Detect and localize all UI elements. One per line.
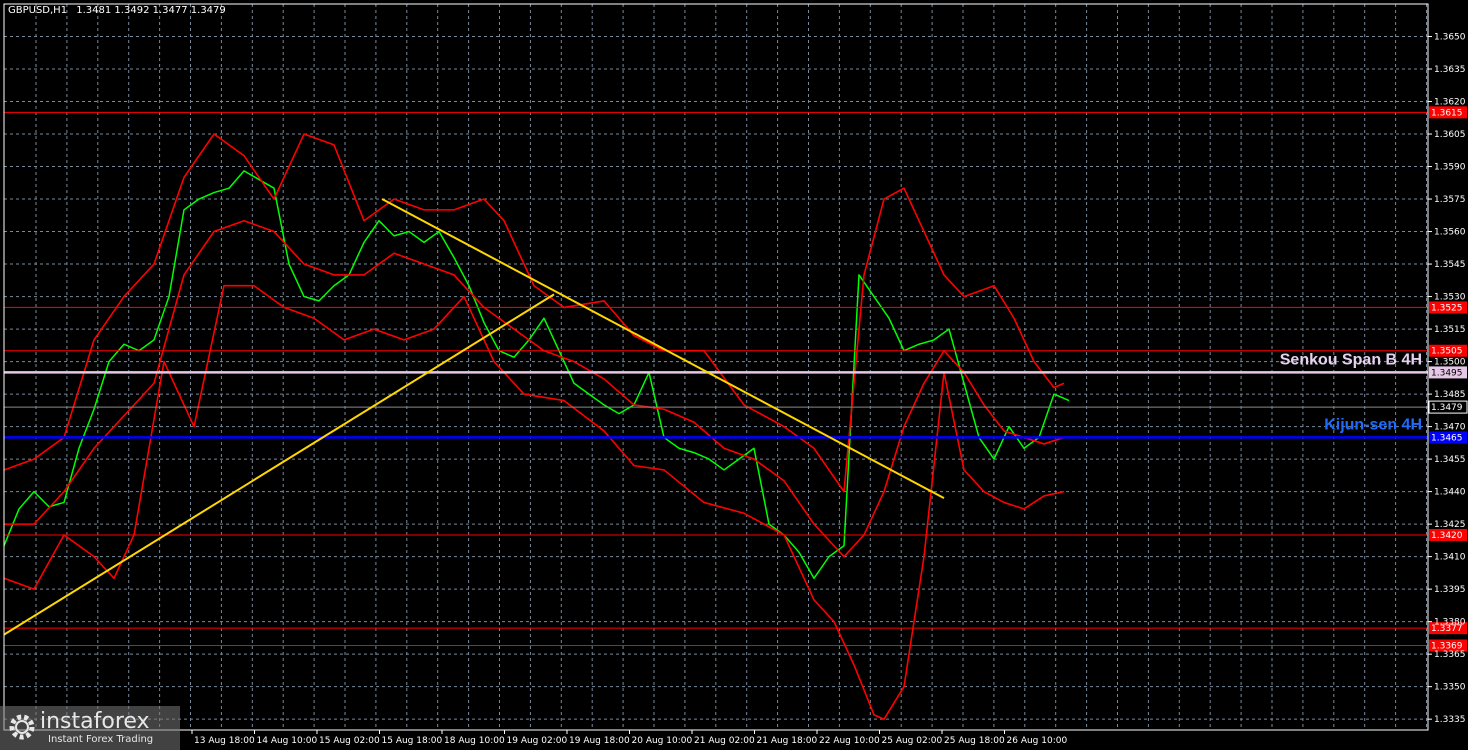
x-tick-label: 15 Aug 18:00: [382, 736, 443, 746]
x-tick-label: 18 Aug 10:00: [444, 736, 505, 746]
y-tick-label: 1.3560: [1434, 228, 1466, 238]
ohlc-readout: 1.3481 1.3492 1.3477 1.3479: [76, 5, 226, 16]
x-tick-label: 21 Aug 02:00: [694, 736, 755, 746]
series-price: [3, 170, 1070, 580]
gear-logo-icon: [9, 714, 35, 740]
x-tick-label: 19 Aug 18:00: [569, 736, 630, 746]
chart-header: GBPUSD,H1 1.3481 1.3492 1.3477 1.3479: [8, 5, 226, 16]
y-tick-label: 1.3335: [1434, 715, 1466, 725]
x-tick-label: 25 Aug 18:00: [944, 736, 1005, 746]
y-tick-label: 1.3410: [1434, 553, 1466, 563]
y-tick-label: 1.3545: [1434, 260, 1466, 270]
y-tick-label: 1.3380: [1434, 618, 1466, 628]
y-tick-label: 1.3500: [1434, 358, 1466, 368]
chart-series: [3, 133, 1070, 720]
price-axis: 1.3335 1.3350 1.3365 1.3380 1.3395 1.3410 1.34…: [3, 3, 1466, 731]
level-badge-label: 1.3525: [1431, 303, 1463, 313]
x-tick-label: 21 Aug 18:00: [757, 736, 818, 746]
trend-line-1: [3, 293, 555, 636]
y-tick-label: 1.3530: [1434, 293, 1466, 303]
price-chart: 1.3615 1.3525 1.3505 1.3495 Senkou Span B 4H…: [3, 3, 1468, 746]
level-badge-label: 1.3505: [1431, 347, 1463, 357]
level-badge-label: 1.3420: [1431, 531, 1463, 541]
level-badge-label: 1.3615: [1431, 108, 1463, 118]
x-tick-label: 19 Aug 02:00: [507, 736, 568, 746]
level-name-label: Senkou Span B 4H: [1280, 351, 1422, 368]
y-tick-label: 1.3620: [1434, 98, 1466, 108]
level-badge-label: 1.3495: [1431, 368, 1463, 378]
y-tick-label: 1.3350: [1434, 683, 1466, 693]
y-tick-label: 1.3515: [1434, 325, 1466, 335]
y-tick-label: 1.3575: [1434, 195, 1466, 205]
watermark-brand: instaforex: [40, 709, 150, 734]
x-tick-label: 15 Aug 02:00: [319, 736, 380, 746]
y-tick-label: 1.3650: [1434, 33, 1466, 43]
level-badge-label: 1.3465: [1431, 433, 1463, 443]
series-bollinger-middle: [4, 219, 1065, 558]
y-tick-label: 1.3485: [1434, 390, 1466, 400]
watermark-tagline: Instant Forex Trading: [48, 734, 154, 745]
y-tick-label: 1.3470: [1434, 423, 1466, 433]
x-tick-label: 14 Aug 10:00: [257, 736, 318, 746]
y-tick-label: 1.3365: [1434, 650, 1466, 660]
current-price-label: 1.3479: [1431, 403, 1463, 413]
level-name-label: Kijun-sen 4H: [1324, 416, 1422, 433]
x-tick-label: 25 Aug 02:00: [882, 736, 943, 746]
x-tick-label: 22 Aug 10:00: [819, 736, 880, 746]
horizontal-levels: 1.3615 1.3525 1.3505 1.3495 Senkou Span B 4H…: [4, 106, 1468, 652]
x-tick-label: 26 Aug 10:00: [1007, 736, 1068, 746]
y-tick-label: 1.3455: [1434, 455, 1466, 465]
y-tick-label: 1.3425: [1434, 520, 1466, 530]
y-tick-label: 1.3590: [1434, 163, 1466, 173]
y-tick-label: 1.3635: [1434, 65, 1466, 75]
symbol-label: GBPUSD,H1: [8, 5, 67, 16]
y-tick-label: 1.3605: [1434, 130, 1466, 140]
y-tick-label: 1.3395: [1434, 585, 1466, 595]
time-axis: 13 Aug 18:00 14 Aug 10:00 15 Aug 02:00 15 A…: [191, 730, 1068, 746]
x-tick-label: 20 Aug 10:00: [632, 736, 693, 746]
x-tick-label: 13 Aug 18:00: [194, 736, 255, 746]
watermark-logo: instaforex Instant Forex Trading: [0, 706, 180, 750]
y-tick-label: 1.3440: [1434, 488, 1466, 498]
